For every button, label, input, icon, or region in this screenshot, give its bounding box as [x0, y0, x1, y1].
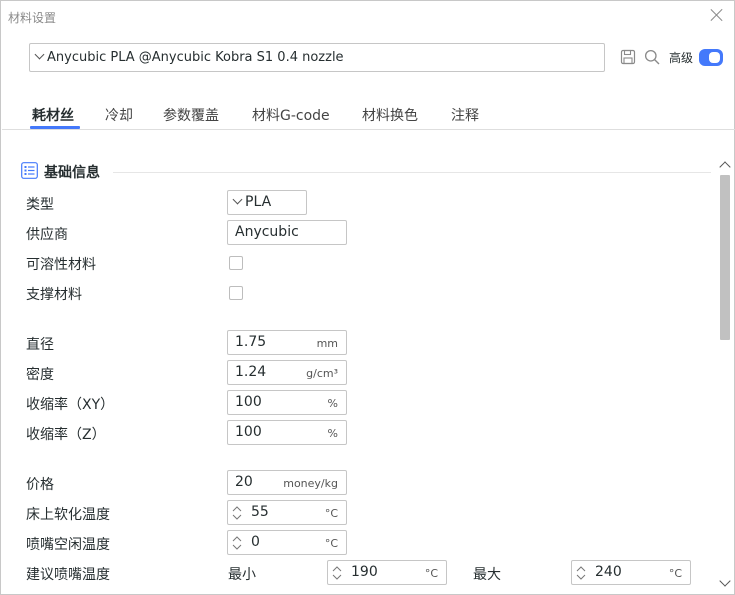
save-icon[interactable]: [620, 49, 636, 65]
preset-name: Anycubic PLA @Anycubic Kobra S1 0.4 nozz…: [47, 50, 344, 65]
nozzle-idle-value: 0: [251, 534, 260, 550]
shrink-z-input[interactable]: 100 %: [227, 420, 347, 445]
type-value: PLA: [245, 194, 272, 210]
density-value: 1.24: [235, 364, 267, 380]
type-select[interactable]: PLA: [227, 190, 307, 215]
nozzle-max-value: 240: [595, 564, 622, 580]
nozzle-max-unit: °C: [668, 567, 682, 580]
diameter-input[interactable]: 1.75 mm: [227, 330, 347, 355]
scroll-thumb[interactable]: [720, 175, 730, 340]
bed-soften-unit: °C: [324, 507, 338, 520]
list-icon: [21, 162, 38, 179]
scroll-down-icon[interactable]: [719, 575, 731, 587]
vendor-input[interactable]: Anycubic: [227, 220, 347, 245]
price-value: 20: [235, 474, 253, 490]
nozzle-max-label: 最大: [473, 567, 501, 583]
density-label: 密度: [26, 367, 54, 383]
bed-soften-value: 55: [251, 504, 269, 520]
section-divider: [113, 172, 711, 173]
tab-overrides[interactable]: 参数覆盖: [163, 105, 219, 125]
shrink-z-label: 收缩率（Z）: [26, 427, 106, 443]
spin-arrows-icon[interactable]: [332, 565, 342, 581]
tab-filament-change[interactable]: 材料换色: [362, 105, 418, 125]
section-title: 基础信息: [44, 165, 100, 181]
density-unit: g/cm³: [306, 367, 338, 380]
diameter-unit: mm: [316, 337, 338, 350]
close-icon[interactable]: [710, 8, 724, 22]
tab-cooling[interactable]: 冷却: [105, 105, 133, 125]
nozzle-idle-spinbox[interactable]: 0 °C: [227, 530, 347, 555]
nozzle-min-value: 190: [351, 564, 378, 580]
spin-arrows-icon[interactable]: [576, 565, 586, 581]
shrink-z-value: 100: [235, 424, 262, 440]
shrink-z-unit: %: [327, 427, 338, 440]
price-unit: money/kg: [283, 477, 338, 490]
soluble-checkbox[interactable]: [229, 256, 243, 270]
nozzle-min-spinbox[interactable]: 190 °C: [327, 560, 447, 585]
scroll-up-icon[interactable]: [719, 161, 731, 173]
diameter-label: 直径: [26, 337, 54, 353]
support-label: 支撑材料: [26, 287, 82, 303]
nozzle-min-label: 最小: [228, 567, 256, 583]
diameter-value: 1.75: [235, 334, 267, 350]
chevron-down-icon: [232, 194, 243, 205]
spin-arrows-icon[interactable]: [232, 505, 242, 521]
support-checkbox[interactable]: [229, 286, 243, 300]
shrink-xy-value: 100: [235, 394, 262, 410]
soluble-label: 可溶性材料: [26, 257, 96, 273]
type-label: 类型: [26, 197, 54, 213]
preset-selector[interactable]: Anycubic PLA @Anycubic Kobra S1 0.4 nozz…: [29, 43, 605, 72]
advanced-label: 高级: [669, 51, 694, 65]
title-bar: 材料设置: [1, 1, 734, 33]
nozzle-range-label: 建议喷嘴温度: [26, 567, 110, 583]
chevron-down-icon: [34, 49, 45, 60]
shrink-xy-unit: %: [327, 397, 338, 410]
window-title: 材料设置: [8, 11, 57, 25]
advanced-toggle[interactable]: [699, 49, 723, 66]
tab-filament-gcode[interactable]: 材料G-code: [252, 105, 330, 125]
nozzle-max-spinbox[interactable]: 240 °C: [571, 560, 691, 585]
shrink-xy-label: 收缩率（XY）: [26, 397, 115, 413]
spin-arrows-icon[interactable]: [232, 535, 242, 551]
vendor-label: 供应商: [26, 227, 68, 243]
shrink-xy-input[interactable]: 100 %: [227, 390, 347, 415]
tab-notes[interactable]: 注释: [451, 105, 479, 125]
bed-soften-spinbox[interactable]: 55 °C: [227, 500, 347, 525]
vertical-scrollbar[interactable]: [718, 159, 732, 591]
tab-filament[interactable]: 耗材丝: [32, 105, 74, 125]
bed-soften-label: 床上软化温度: [26, 507, 110, 523]
nozzle-idle-label: 喷嘴空闲温度: [26, 537, 110, 553]
density-input[interactable]: 1.24 g/cm³: [227, 360, 347, 385]
tabs-divider: [2, 129, 735, 130]
price-label: 价格: [26, 477, 54, 493]
price-input[interactable]: 20 money/kg: [227, 470, 347, 495]
nozzle-idle-unit: °C: [324, 537, 338, 550]
material-settings-window: 材料设置 Anycubic PLA @Anycubic Kobra S1 0.4…: [0, 0, 735, 595]
nozzle-min-unit: °C: [424, 567, 438, 580]
vendor-value: Anycubic: [235, 224, 299, 240]
search-icon[interactable]: [644, 49, 660, 65]
